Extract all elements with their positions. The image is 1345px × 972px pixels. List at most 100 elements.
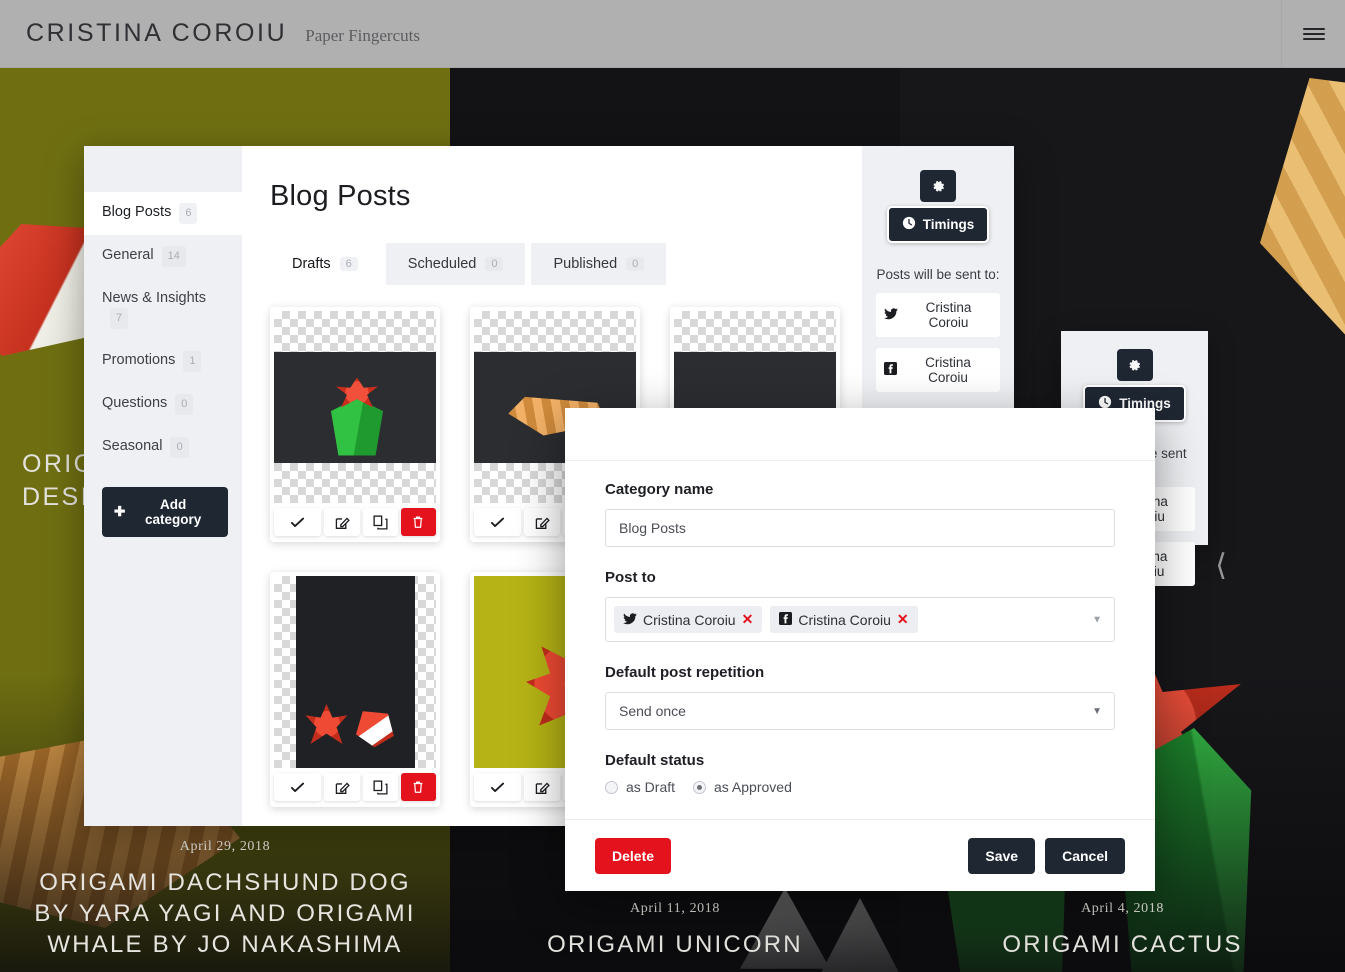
cancel-button[interactable]: Cancel: [1045, 837, 1125, 874]
delete-button[interactable]: [400, 773, 436, 801]
radio-as-approved[interactable]: as Approved: [693, 779, 792, 795]
chevron-down-icon[interactable]: ▼: [1092, 614, 1102, 625]
sidebar-item-seasonal[interactable]: Seasonal 0: [84, 426, 242, 469]
sidebar-item-label: Promotions: [102, 352, 176, 368]
chevron-down-icon: ▼: [1092, 705, 1102, 717]
modal-body: Category name Post to Cristina Coroiu ✕ …: [565, 461, 1155, 819]
approve-button[interactable]: [474, 773, 522, 801]
origami-shape-icon: [330, 397, 384, 456]
save-button[interactable]: Save: [968, 837, 1036, 874]
origami-shape-icon: [305, 704, 348, 744]
post-card-actions: [274, 768, 436, 807]
sidebar-item-label: Seasonal: [102, 438, 163, 454]
hero-date: April 4, 2018: [1081, 901, 1164, 916]
edit-button[interactable]: [324, 773, 360, 801]
delete-button[interactable]: [400, 508, 436, 536]
sidebar-item-news-and-insights[interactable]: News & Insights 7: [84, 278, 242, 340]
post-card-actions: [274, 503, 436, 542]
sidebar-item-promotions[interactable]: Promotions 1: [84, 340, 242, 383]
tab-drafts[interactable]: Drafts 6: [270, 243, 380, 285]
chevron-left-icon[interactable]: ⟨: [1215, 548, 1227, 583]
radio-dot-icon: [693, 780, 707, 794]
close-x-icon[interactable]: ✕: [742, 611, 754, 628]
radio-label: as Draft: [626, 779, 676, 795]
origami-shape-icon: [1260, 78, 1345, 378]
sidebar-item-count: 6: [179, 203, 198, 224]
add-category-label: Add category: [145, 497, 202, 527]
site-header: CRISTINA COROIU Paper Fingercuts: [0, 0, 1345, 68]
brand-title: CRISTINA COROIU: [26, 19, 288, 47]
delete-category-button[interactable]: Delete: [595, 837, 672, 874]
tab-count: 0: [626, 257, 645, 271]
post-to-group: Post to Cristina Coroiu ✕ Cristina Coroi…: [605, 569, 1115, 642]
category-name-input[interactable]: [605, 509, 1115, 547]
post-repetition-select[interactable]: Send once ▼: [605, 692, 1115, 730]
tab-label: Published: [553, 256, 618, 272]
connected-account-facebook[interactable]: Cristina Coroiu: [876, 348, 1000, 392]
tab-published[interactable]: Published 0: [531, 243, 667, 285]
tag-label: Cristina Coroiu: [798, 611, 891, 628]
add-category-button[interactable]: ✚ Add category: [102, 487, 228, 537]
gear-icon[interactable]: [1116, 349, 1153, 381]
sidebar-item-count: 0: [175, 394, 194, 415]
post-card[interactable]: [270, 307, 440, 542]
account-name: Cristina Coroiu: [925, 355, 971, 385]
sidebar-item-count: 14: [161, 246, 186, 267]
hero-caption-3: April 4, 2018 ORIGAMI CACTUS: [900, 901, 1345, 960]
approve-button[interactable]: [274, 508, 322, 536]
edit-button[interactable]: [524, 508, 560, 536]
connected-account-twitter[interactable]: Cristina Coroiu: [876, 293, 1000, 337]
timings-label: Timings: [922, 217, 975, 232]
duplicate-button[interactable]: [362, 508, 398, 536]
sidebar-item-general[interactable]: General 14: [84, 235, 242, 278]
post-to-tag-facebook[interactable]: Cristina Coroiu ✕: [770, 606, 918, 633]
post-repetition-group: Default post repetition Send once ▼: [605, 664, 1115, 730]
timings-button[interactable]: Timings: [886, 206, 990, 243]
hero-title[interactable]: ORIGAMI UNICORN: [450, 929, 900, 960]
post-thumbnail: [274, 311, 436, 503]
sidebar-item-blog-posts[interactable]: Blog Posts 6: [84, 192, 242, 235]
twitter-icon: [884, 307, 898, 323]
radio-as-draft[interactable]: as Draft: [605, 779, 675, 795]
tab-scheduled[interactable]: Scheduled 0: [385, 243, 526, 285]
tab-count: 0: [485, 257, 504, 271]
approve-button[interactable]: [474, 508, 522, 536]
brand-subtitle: Paper Fingercuts: [305, 26, 420, 45]
post-to-label: Post to: [605, 569, 656, 586]
post-repetition-value: Send once: [619, 703, 686, 719]
plus-icon: ✚: [114, 504, 126, 519]
facebook-icon: [779, 611, 793, 628]
category-name-group: Category name: [605, 481, 1115, 547]
duplicate-button[interactable]: [362, 773, 398, 801]
default-status-group: Default status as Draft as Approved: [605, 752, 1115, 795]
post-card[interactable]: [270, 572, 440, 807]
hero-title[interactable]: ORIGAMI CACTUS: [900, 929, 1345, 960]
close-x-icon[interactable]: ✕: [897, 611, 909, 628]
hero-title[interactable]: ORIGAMI DACHSHUND DOG BY YARA YAGI AND O…: [0, 867, 450, 960]
sidebar-item-questions[interactable]: Questions 0: [84, 383, 242, 426]
brand[interactable]: CRISTINA COROIU Paper Fingercuts: [0, 19, 420, 48]
radio-label: as Approved: [714, 779, 792, 795]
radio-dot-icon: [605, 780, 618, 794]
edit-button[interactable]: [524, 773, 560, 801]
category-sidebar: Blog Posts 6 General 14 News & Insights …: [84, 146, 242, 826]
page-title: Blog Posts: [270, 180, 411, 212]
sidebar-item-count: 0: [170, 437, 189, 458]
hamburger-icon[interactable]: [1281, 0, 1345, 68]
post-to-tag-input[interactable]: Cristina Coroiu ✕ Cristina Coroiu ✕ ▼: [605, 597, 1115, 642]
origami-shape-icon: [356, 711, 394, 748]
approve-button[interactable]: [274, 773, 322, 801]
post-to-tag-twitter[interactable]: Cristina Coroiu ✕: [614, 606, 763, 633]
hero-date: April 29, 2018: [179, 839, 271, 854]
status-tabs: Drafts 6 Scheduled 0 Published 0: [270, 243, 862, 285]
modal-footer: Delete Save Cancel: [565, 819, 1155, 891]
edit-button[interactable]: [324, 508, 360, 536]
post-repetition-label: Default post repetition: [605, 664, 765, 681]
gear-icon[interactable]: [920, 170, 956, 202]
sidebar-item-count: 1: [183, 351, 202, 372]
tab-label: Scheduled: [407, 256, 477, 272]
sidebar-item-label: Blog Posts: [102, 204, 172, 220]
default-status-label: Default status: [605, 752, 705, 769]
category-name-label: Category name: [605, 481, 714, 498]
sidebar-item-label: News & Insights: [102, 290, 206, 306]
